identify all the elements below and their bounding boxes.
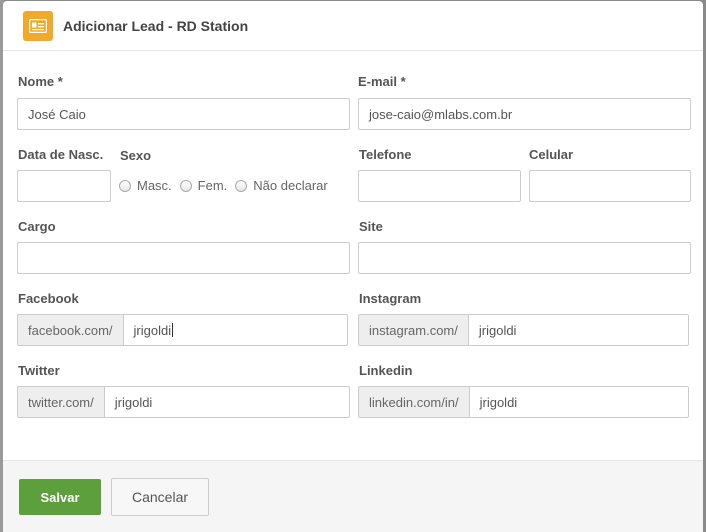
radio-nao-declarar-label: Não declarar <box>253 178 328 193</box>
cancel-button[interactable]: Cancelar <box>111 478 209 516</box>
linkedin-input[interactable]: jrigoldi <box>470 387 688 417</box>
radio-circle-icon[interactable] <box>119 179 131 192</box>
celular-input[interactable] <box>529 170 691 202</box>
radio-fem[interactable]: Fem. <box>179 178 228 193</box>
nome-label: Nome * <box>18 74 63 89</box>
facebook-prefix: facebook.com/ <box>18 315 124 345</box>
linkedin-input-group: linkedin.com/in/ jrigoldi <box>358 386 689 418</box>
radio-circle-icon[interactable] <box>179 179 192 192</box>
radio-masc-label: Masc. <box>137 178 172 193</box>
email-label: E-mail * <box>358 74 406 89</box>
linkedin-label: Linkedin <box>359 363 413 378</box>
twitter-label: Twitter <box>18 363 60 378</box>
instagram-prefix: instagram.com/ <box>359 315 469 345</box>
contact-card-icon <box>23 11 53 41</box>
instagram-label: Instagram <box>359 291 422 306</box>
facebook-input-group: facebook.com/ jrigoldi <box>17 314 348 346</box>
twitter-input[interactable]: jrigoldi <box>105 387 349 417</box>
radio-circle-icon[interactable] <box>235 179 248 192</box>
instagram-input-group: instagram.com/ jrigoldi <box>358 314 689 346</box>
add-lead-modal: Adicionar Lead - RD Station Nome * José … <box>3 1 703 532</box>
twitter-prefix: twitter.com/ <box>18 387 105 417</box>
modal-footer: Salvar Cancelar <box>3 460 703 532</box>
instagram-input[interactable]: jrigoldi <box>469 315 688 345</box>
data-nasc-input[interactable] <box>17 170 111 202</box>
celular-label: Celular <box>529 147 574 162</box>
radio-masc[interactable]: Masc. <box>119 178 172 193</box>
save-button[interactable]: Salvar <box>19 479 101 515</box>
telefone-input[interactable] <box>358 170 521 202</box>
telefone-label: Telefone <box>359 147 412 162</box>
facebook-label: Facebook <box>18 291 79 306</box>
facebook-value: jrigoldi <box>133 322 172 338</box>
facebook-input[interactable]: jrigoldi <box>124 315 347 345</box>
cargo-input[interactable] <box>17 242 350 274</box>
radio-nao-declarar[interactable]: Não declarar <box>235 178 328 193</box>
text-caret <box>172 323 174 337</box>
twitter-input-group: twitter.com/ jrigoldi <box>17 386 350 418</box>
site-label: Site <box>359 219 383 234</box>
sexo-label: Sexo <box>120 148 152 163</box>
sexo-radio-group: Masc. Fem. Não declarar <box>119 178 336 193</box>
email-input[interactable]: jose-caio@mlabs.com.br <box>358 98 691 130</box>
site-input[interactable] <box>358 242 691 274</box>
data-nasc-label: Data de Nasc. <box>18 147 104 162</box>
nome-input[interactable]: José Caio <box>17 98 350 130</box>
modal-header: Adicionar Lead - RD Station <box>3 1 703 51</box>
radio-fem-label: Fem. <box>197 178 228 193</box>
modal-title: Adicionar Lead - RD Station <box>63 18 249 34</box>
linkedin-prefix: linkedin.com/in/ <box>359 387 470 417</box>
cargo-label: Cargo <box>18 219 56 234</box>
